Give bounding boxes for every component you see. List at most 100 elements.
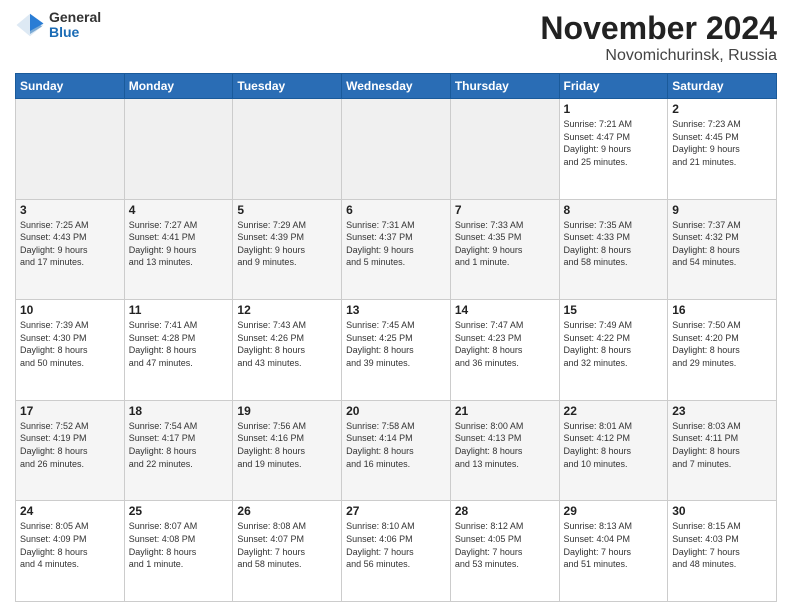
day-info: Sunrise: 7:54 AMSunset: 4:17 PMDaylight:… [129, 420, 229, 470]
calendar-cell [124, 99, 233, 200]
day-number: 5 [237, 203, 337, 217]
day-info: Sunrise: 8:03 AMSunset: 4:11 PMDaylight:… [672, 420, 772, 470]
col-saturday: Saturday [668, 74, 777, 99]
calendar-cell: 11 Sunrise: 7:41 AMSunset: 4:28 PMDayligh… [124, 300, 233, 401]
calendar-cell: 7 Sunrise: 7:33 AMSunset: 4:35 PMDaylight… [450, 199, 559, 300]
calendar-cell: 18 Sunrise: 7:54 AMSunset: 4:17 PMDayligh… [124, 400, 233, 501]
day-info: Sunrise: 7:58 AMSunset: 4:14 PMDaylight:… [346, 420, 446, 470]
day-info: Sunrise: 7:33 AMSunset: 4:35 PMDaylight:… [455, 219, 555, 269]
calendar-cell [233, 99, 342, 200]
week-row-1: 1 Sunrise: 7:21 AMSunset: 4:47 PMDaylight… [16, 99, 777, 200]
week-row-2: 3Sunrise: 7:25 AMSunset: 4:43 PMDaylight… [16, 199, 777, 300]
calendar-cell: 8Sunrise: 7:35 AMSunset: 4:33 PMDaylight… [559, 199, 668, 300]
title-block: November 2024 Novomichurinsk, Russia [540, 10, 777, 65]
day-number: 11 [129, 303, 229, 317]
col-tuesday: Tuesday [233, 74, 342, 99]
day-number: 6 [346, 203, 446, 217]
calendar-cell: 5 Sunrise: 7:29 AMSunset: 4:39 PMDaylight… [233, 199, 342, 300]
day-number: 16 [672, 303, 772, 317]
day-number: 14 [455, 303, 555, 317]
calendar-cell: 3Sunrise: 7:25 AMSunset: 4:43 PMDaylight… [16, 199, 125, 300]
calendar-cell [16, 99, 125, 200]
day-info: Sunrise: 8:01 AMSunset: 4:12 PMDaylight:… [564, 420, 664, 470]
week-row-5: 24 Sunrise: 8:05 AMSunset: 4:09 PMDayligh… [16, 501, 777, 602]
calendar-cell: 2 Sunrise: 7:23 AMSunset: 4:45 PMDaylight… [668, 99, 777, 200]
day-info: Sunrise: 7:23 AMSunset: 4:45 PMDaylight:… [672, 118, 772, 168]
calendar-cell: 24 Sunrise: 8:05 AMSunset: 4:09 PMDayligh… [16, 501, 125, 602]
day-number: 23 [672, 404, 772, 418]
day-number: 25 [129, 504, 229, 518]
calendar-cell: 19Sunrise: 7:56 AMSunset: 4:16 PMDayligh… [233, 400, 342, 501]
day-info: Sunrise: 7:37 AMSunset: 4:32 PMDaylight:… [672, 219, 772, 269]
logo-blue-text: Blue [49, 25, 101, 40]
calendar-cell: 30 Sunrise: 8:15 AMSunset: 4:03 PMDayligh… [668, 501, 777, 602]
calendar-cell: 4Sunrise: 7:27 AMSunset: 4:41 PMDaylight… [124, 199, 233, 300]
day-number: 18 [129, 404, 229, 418]
logo: General Blue [15, 10, 101, 41]
day-number: 13 [346, 303, 446, 317]
day-info: Sunrise: 7:35 AMSunset: 4:33 PMDaylight:… [564, 219, 664, 269]
calendar-body: 1 Sunrise: 7:21 AMSunset: 4:47 PMDaylight… [16, 99, 777, 602]
day-number: 3 [20, 203, 120, 217]
calendar-cell [450, 99, 559, 200]
day-number: 19 [237, 404, 337, 418]
day-info: Sunrise: 8:05 AMSunset: 4:09 PMDaylight:… [20, 520, 120, 570]
col-monday: Monday [124, 74, 233, 99]
day-info: Sunrise: 7:41 AMSunset: 4:28 PMDaylight:… [129, 319, 229, 369]
day-number: 7 [455, 203, 555, 217]
day-info: Sunrise: 7:31 AMSunset: 4:37 PMDaylight:… [346, 219, 446, 269]
day-info: Sunrise: 8:10 AMSunset: 4:06 PMDaylight:… [346, 520, 446, 570]
logo-general-text: General [49, 10, 101, 25]
day-number: 26 [237, 504, 337, 518]
calendar-cell: 9Sunrise: 7:37 AMSunset: 4:32 PMDaylight… [668, 199, 777, 300]
day-number: 1 [564, 102, 664, 116]
header-row: Sunday Monday Tuesday Wednesday Thursday… [16, 74, 777, 99]
calendar-cell: 23 Sunrise: 8:03 AMSunset: 4:11 PMDayligh… [668, 400, 777, 501]
day-number: 2 [672, 102, 772, 116]
day-info: Sunrise: 7:47 AMSunset: 4:23 PMDaylight:… [455, 319, 555, 369]
calendar-cell: 26 Sunrise: 8:08 AMSunset: 4:07 PMDayligh… [233, 501, 342, 602]
calendar-table: Sunday Monday Tuesday Wednesday Thursday… [15, 73, 777, 602]
calendar-cell: 13 Sunrise: 7:45 AMSunset: 4:25 PMDayligh… [342, 300, 451, 401]
day-number: 28 [455, 504, 555, 518]
calendar-cell: 1 Sunrise: 7:21 AMSunset: 4:47 PMDaylight… [559, 99, 668, 200]
calendar-cell: 10 Sunrise: 7:39 AMSunset: 4:30 PMDayligh… [16, 300, 125, 401]
col-friday: Friday [559, 74, 668, 99]
day-info: Sunrise: 7:29 AMSunset: 4:39 PMDaylight:… [237, 219, 337, 269]
calendar-cell: 29Sunrise: 8:13 AMSunset: 4:04 PMDayligh… [559, 501, 668, 602]
day-info: Sunrise: 7:39 AMSunset: 4:30 PMDaylight:… [20, 319, 120, 369]
day-info: Sunrise: 8:12 AMSunset: 4:05 PMDaylight:… [455, 520, 555, 570]
day-number: 20 [346, 404, 446, 418]
day-info: Sunrise: 8:15 AMSunset: 4:03 PMDaylight:… [672, 520, 772, 570]
day-number: 10 [20, 303, 120, 317]
day-info: Sunrise: 8:08 AMSunset: 4:07 PMDaylight:… [237, 520, 337, 570]
day-number: 30 [672, 504, 772, 518]
col-sunday: Sunday [16, 74, 125, 99]
day-number: 22 [564, 404, 664, 418]
week-row-4: 17Sunrise: 7:52 AMSunset: 4:19 PMDayligh… [16, 400, 777, 501]
day-info: Sunrise: 7:43 AMSunset: 4:26 PMDaylight:… [237, 319, 337, 369]
col-wednesday: Wednesday [342, 74, 451, 99]
day-number: 4 [129, 203, 229, 217]
calendar-cell: 21Sunrise: 8:00 AMSunset: 4:13 PMDayligh… [450, 400, 559, 501]
logo-icon [15, 10, 45, 40]
header: General Blue November 2024 Novomichurins… [15, 10, 777, 65]
day-number: 27 [346, 504, 446, 518]
day-info: Sunrise: 8:00 AMSunset: 4:13 PMDaylight:… [455, 420, 555, 470]
day-info: Sunrise: 7:21 AMSunset: 4:47 PMDaylight:… [564, 118, 664, 168]
calendar-cell: 17Sunrise: 7:52 AMSunset: 4:19 PMDayligh… [16, 400, 125, 501]
day-number: 24 [20, 504, 120, 518]
calendar-cell: 16Sunrise: 7:50 AMSunset: 4:20 PMDayligh… [668, 300, 777, 401]
col-thursday: Thursday [450, 74, 559, 99]
calendar-cell: 6 Sunrise: 7:31 AMSunset: 4:37 PMDaylight… [342, 199, 451, 300]
calendar-cell: 14 Sunrise: 7:47 AMSunset: 4:23 PMDayligh… [450, 300, 559, 401]
day-number: 29 [564, 504, 664, 518]
day-info: Sunrise: 7:45 AMSunset: 4:25 PMDaylight:… [346, 319, 446, 369]
day-number: 12 [237, 303, 337, 317]
calendar-cell: 27 Sunrise: 8:10 AMSunset: 4:06 PMDayligh… [342, 501, 451, 602]
calendar-cell [342, 99, 451, 200]
title-location: Novomichurinsk, Russia [540, 47, 777, 65]
day-info: Sunrise: 7:49 AMSunset: 4:22 PMDaylight:… [564, 319, 664, 369]
page: General Blue November 2024 Novomichurins… [0, 0, 792, 612]
calendar-cell: 25Sunrise: 8:07 AMSunset: 4:08 PMDayligh… [124, 501, 233, 602]
